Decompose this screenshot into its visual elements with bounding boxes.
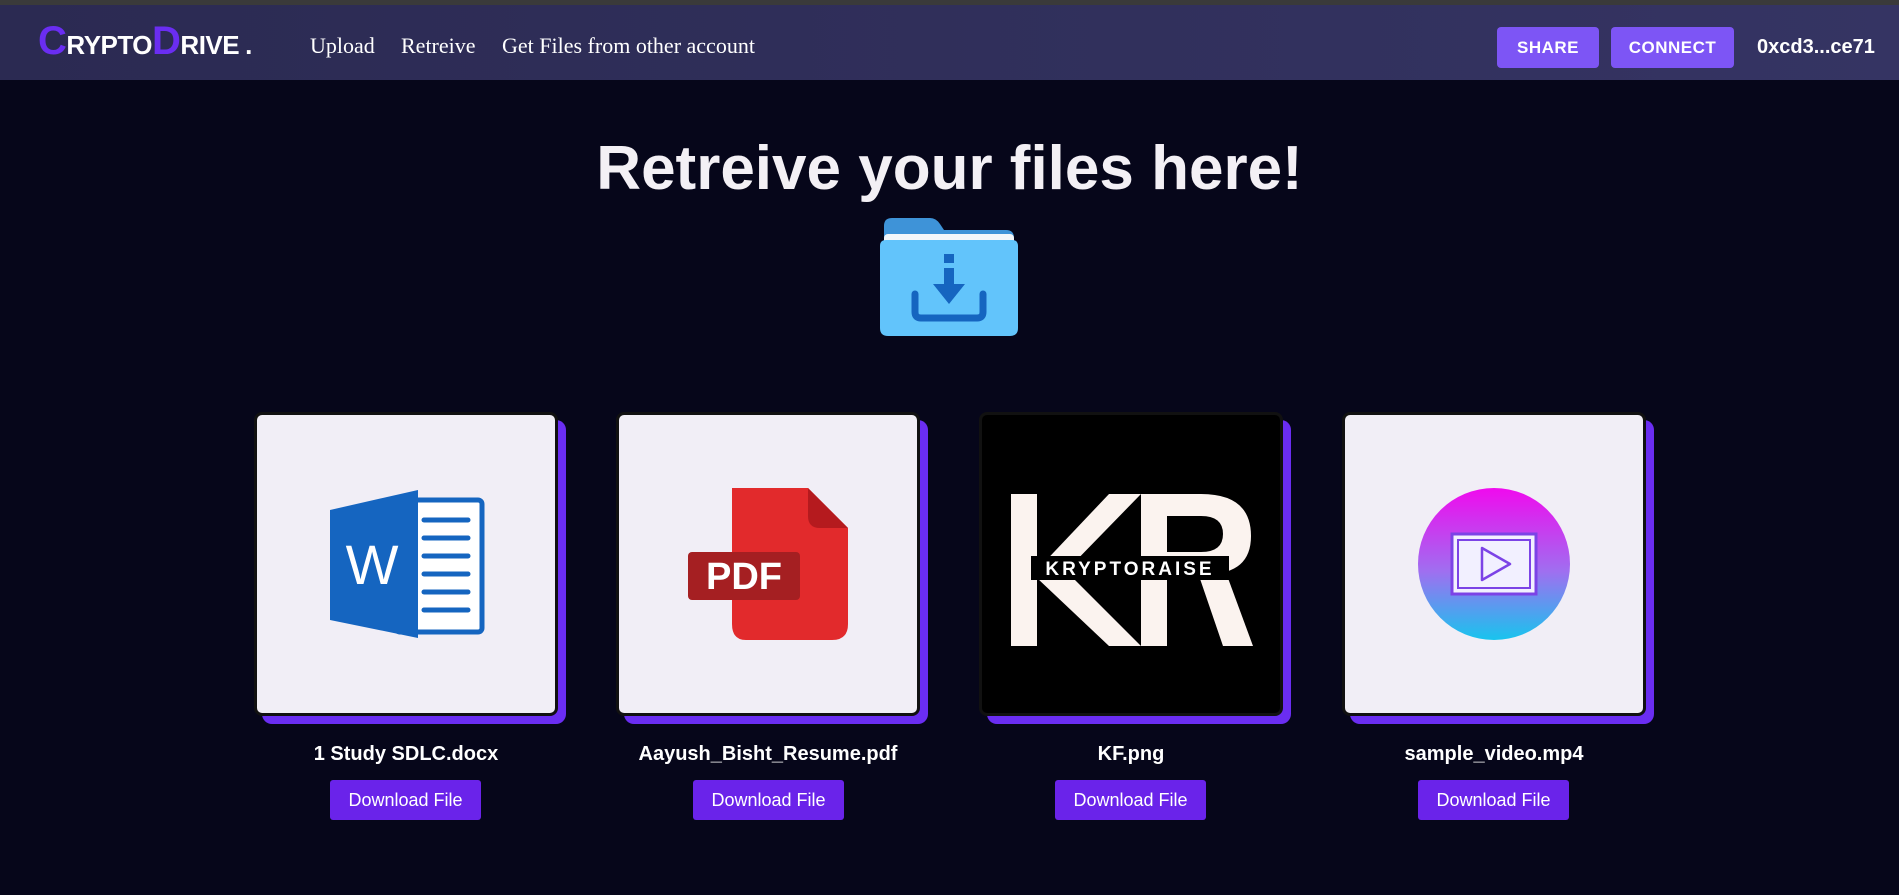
kryptoraise-logo-image: KRYPTORAISE (1011, 494, 1253, 646)
file-thumbnail[interactable]: PDF (616, 412, 920, 716)
logo-dot: . (245, 30, 252, 60)
account-address: 0xcd3...ce71 (1757, 36, 1875, 58)
word-doc-icon: W (330, 490, 485, 638)
connect-button[interactable]: CONNECT (1611, 27, 1734, 68)
logo-letter-d: D (152, 19, 181, 63)
page-heading: Retreive your files here! (596, 134, 1303, 203)
pdf-icon: PDF (688, 488, 848, 640)
nav-link-retreive[interactable]: Retreive (401, 33, 476, 59)
file-thumbnail[interactable]: KRYPTORAISE (979, 412, 1283, 716)
cryptodrive-logo[interactable]: CRYPTODRIVE. (38, 19, 252, 64)
file-thumbnail[interactable] (1342, 412, 1646, 716)
download-file-button[interactable]: Download File (693, 780, 844, 820)
file-name: 1 Study SDLC.docx (313, 743, 499, 765)
nav-link-get-files[interactable]: Get Files from other account (502, 33, 755, 59)
logo-text-rypto: RYPTO (66, 30, 153, 60)
logo-letter-c: C (38, 19, 67, 63)
svg-text:W: W (346, 533, 399, 596)
file-name: sample_video.mp4 (1404, 743, 1584, 765)
svg-text:PDF: PDF (706, 556, 782, 598)
download-file-button[interactable]: Download File (1055, 780, 1206, 820)
file-name: Aayush_Bisht_Resume.pdf (638, 743, 898, 765)
kryptoraise-text: KRYPTORAISE (1045, 559, 1214, 580)
folder-download-icon (880, 218, 1018, 336)
logo-text-rive: RIVE (180, 30, 240, 60)
file-name: KF.png (1097, 743, 1165, 765)
video-play-icon (1418, 488, 1570, 640)
file-thumbnail[interactable]: W (254, 412, 558, 716)
download-file-button[interactable]: Download File (1418, 780, 1569, 820)
navbar: CRYPTODRIVE. Upload Retreive Get Files f… (0, 5, 1899, 80)
download-file-button[interactable]: Download File (330, 780, 481, 820)
nav-link-upload[interactable]: Upload (310, 33, 375, 59)
share-button[interactable]: SHARE (1497, 27, 1599, 68)
